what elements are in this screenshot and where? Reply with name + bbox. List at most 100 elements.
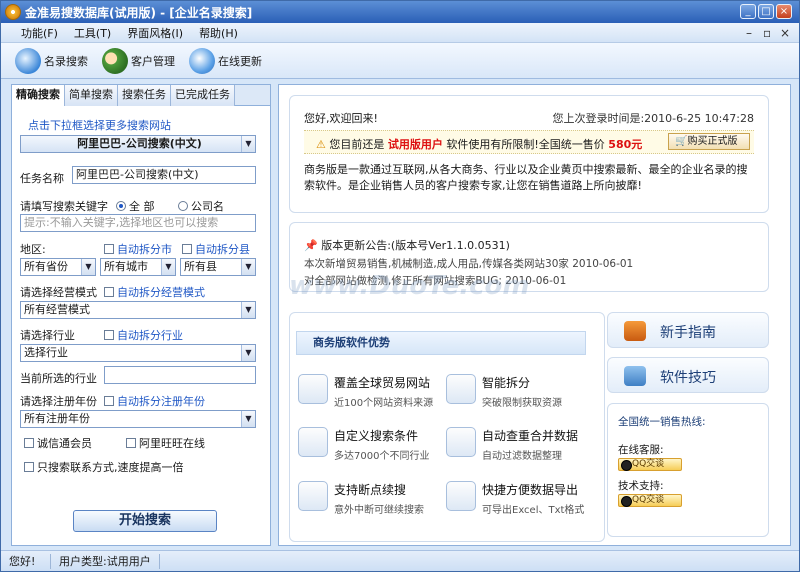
checkbox-icon: [104, 330, 114, 340]
status-greeting: 您好!: [1, 553, 51, 569]
tool-online-update[interactable]: 在线更新: [189, 47, 262, 74]
home-panel: 您好,欢迎回来! 您上次登录时间是:2010-6-25 10:47:28 ⚠ 您…: [278, 84, 791, 546]
update-globe-icon: [189, 47, 215, 74]
feature-item: 自定义搜索条件 多达7000个不同行业: [298, 427, 429, 462]
search-panel: 精确搜索 简单搜索 搜索任务 已完成任务 点击下拉框选择更多搜索网站 阿里巴巴-…: [11, 84, 271, 546]
software-tips-button[interactable]: 软件技巧: [607, 357, 769, 393]
window-title: 金准易搜数据库(试用版) - [企业名录搜索]: [25, 5, 253, 20]
users-icon: [102, 47, 128, 74]
mode-label: 请选择经营模式: [20, 286, 97, 299]
chevron-down-icon: ▼: [241, 136, 255, 152]
split-city-checkbox[interactable]: 自动拆分市: [104, 241, 172, 257]
current-industry-field: [104, 366, 256, 384]
split-mode-checkbox[interactable]: 自动拆分经营模式: [104, 284, 205, 300]
chevron-down-icon: ▼: [241, 259, 255, 275]
split-year-checkbox[interactable]: 自动拆分注册年份: [104, 393, 205, 409]
checkbox-icon: [182, 244, 192, 254]
title-bar[interactable]: 金准易搜数据库(试用版) - [企业名录搜索]: [1, 1, 799, 23]
feature-item: 自动查重合并数据 自动过滤数据整理: [446, 427, 578, 462]
radio-company[interactable]: 公司名: [178, 198, 224, 214]
search-globe-icon: [15, 47, 41, 74]
buy-full-version-button[interactable]: 🛒购买正式版: [668, 133, 750, 150]
globe-chart-icon: [298, 374, 328, 404]
magnifier-icon: [298, 481, 328, 511]
hint-link[interactable]: 点击下拉框选择更多搜索网站: [28, 117, 171, 133]
tab-simple-search[interactable]: 简单搜索: [65, 85, 118, 106]
maximize-button[interactable]: □: [758, 4, 774, 19]
watermark-text: www.DuoTe.com: [289, 271, 530, 301]
province-select[interactable]: 所有省份 ▼: [20, 258, 96, 276]
year-select[interactable]: 所有注册年份 ▼: [20, 410, 256, 428]
feature-item: 智能拆分 突破限制获取资源: [446, 374, 562, 409]
menu-help[interactable]: 帮助(H): [199, 25, 238, 41]
greeting-text: 您好,欢迎回来!: [304, 112, 378, 125]
city-select[interactable]: 所有城市 ▼: [100, 258, 176, 276]
pie-chart-icon: [298, 427, 328, 457]
status-bar: 您好! 用户类型:试用用户: [1, 550, 799, 571]
tech-support-label: 技术支持:: [618, 480, 664, 492]
menu-theme[interactable]: 界面风格(I): [127, 25, 183, 41]
keyword-label: 请填写搜索关键字: [20, 200, 108, 213]
tool-directory-search[interactable]: 名录搜索: [15, 47, 88, 74]
menu-tools[interactable]: 工具(T): [74, 25, 111, 41]
checkbox-icon: [24, 438, 34, 448]
radio-all[interactable]: 全 部: [116, 198, 155, 214]
close-button[interactable]: ×: [776, 4, 792, 19]
chevron-down-icon: ▼: [81, 259, 95, 275]
hotline-panel: 全国统一销售热线: 在线客服: QQ交谈 技术支持: QQ交谈: [607, 403, 769, 537]
mdi-restore-button[interactable]: ▫: [763, 26, 771, 40]
split-industry-checkbox[interactable]: 自动拆分行业: [104, 327, 183, 343]
mode-select[interactable]: 所有经营模式 ▼: [20, 301, 256, 319]
task-name-input[interactable]: 阿里巴巴-公司搜索(中文): [72, 166, 256, 184]
update-title: 📌 版本更新公告:(版本号Ver1.1.0.0531): [304, 239, 510, 252]
start-search-button[interactable]: 开始搜索: [73, 510, 217, 532]
toolbar: 名录搜索 客户管理 在线更新: [1, 43, 799, 79]
industry-select[interactable]: 选择行业 ▼: [20, 344, 256, 362]
hotline-title: 全国统一销售热线:: [618, 416, 706, 428]
welcome-panel: 您好,欢迎回来! 您上次登录时间是:2010-6-25 10:47:28 ⚠ 您…: [289, 95, 769, 213]
feature-item: 快捷方便数据导出 可导出Excel、Txt格式: [446, 481, 584, 516]
mdi-close-button[interactable]: ×: [780, 26, 790, 40]
contact-only-checkbox[interactable]: 只搜索联系方式,速度提高一倍: [24, 459, 184, 475]
export-icon: [446, 481, 476, 511]
menu-function[interactable]: 功能(F): [21, 25, 58, 41]
qq-chat-button[interactable]: QQ交谈: [618, 456, 682, 471]
county-select[interactable]: 所有县 ▼: [180, 258, 256, 276]
status-user-type: 用户类型:试用用户: [51, 553, 160, 569]
chevron-down-icon: ▼: [161, 259, 175, 275]
checkbox-icon: [104, 244, 114, 254]
chevron-down-icon: ▼: [241, 302, 255, 318]
chevron-down-icon: ▼: [241, 411, 255, 427]
task-name-label: 任务名称: [20, 172, 64, 185]
checkbox-icon: [104, 287, 114, 297]
split-county-checkbox[interactable]: 自动拆分县: [182, 241, 250, 257]
qq-chat-button[interactable]: QQ交谈: [618, 492, 682, 507]
mdi-minimize-button[interactable]: –: [746, 26, 752, 40]
keyword-input[interactable]: 提示:不输入关键字,选择地区也可以搜索: [20, 214, 256, 232]
site-select[interactable]: 阿里巴巴-公司搜索(中文) ▼: [20, 135, 256, 153]
wangwang-online-checkbox[interactable]: 阿里旺旺在线: [126, 435, 205, 451]
person-icon: [446, 374, 476, 404]
trust-member-checkbox[interactable]: 诚信通会员: [24, 435, 92, 451]
checkbox-icon: [24, 462, 34, 472]
feature-item: 支持断点续搜 意外中断可继续搜索: [298, 481, 424, 516]
radio-icon: [116, 201, 126, 211]
app-window: 金准易搜数据库(试用版) - [企业名录搜索] _ □ × 功能(F) 工具(T…: [0, 0, 800, 572]
guide-book-icon: [624, 321, 646, 341]
chevron-down-icon: ▼: [241, 345, 255, 361]
checkbox-icon: [126, 438, 136, 448]
tool-customer-management[interactable]: 客户管理: [102, 47, 175, 74]
menu-bar: 功能(F) 工具(T) 界面风格(I) 帮助(H): [1, 23, 799, 43]
intro-text: 商务版是一款通过互联网,从各大商务、行业以及企业黄页中搜索最新、最全的企业名录的…: [304, 163, 748, 192]
beginner-guide-button[interactable]: 新手指南: [607, 312, 769, 348]
current-industry-label: 当前所选的行业: [20, 372, 97, 385]
region-label: 地区:: [20, 243, 46, 256]
features-title: 商务版软件优势: [296, 331, 586, 355]
tab-precise-search[interactable]: 精确搜索: [12, 85, 65, 106]
minimize-button[interactable]: _: [740, 4, 756, 19]
tab-completed-tasks[interactable]: 已完成任务: [171, 85, 235, 106]
industry-label: 请选择行业: [20, 329, 75, 342]
search-tabs: 精确搜索 简单搜索 搜索任务 已完成任务: [12, 85, 270, 106]
features-panel: 商务版软件优势 覆盖全球贸易网站 近100个网站资料来源 智能拆分 突破限制获取资源…: [289, 312, 605, 542]
tab-search-tasks[interactable]: 搜索任务: [118, 85, 171, 106]
